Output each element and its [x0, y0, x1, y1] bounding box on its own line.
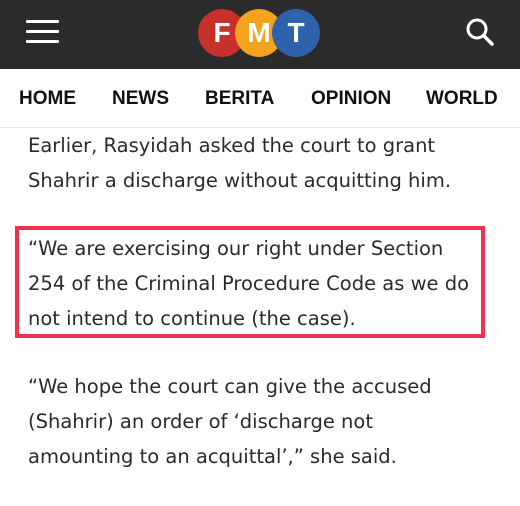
paragraph-1: Earlier, Rasyidah asked the court to gra…	[28, 128, 451, 198]
main-nav: HOME NEWS BERITA OPINION WORLD	[0, 69, 520, 128]
paragraph-3-line-1: “We hope the court can give the accused	[28, 375, 432, 398]
quote-paragraph: “We are exercising our right under Secti…	[28, 231, 469, 336]
paragraph-3-line-3: amounting to an acquittal’,” she said.	[28, 445, 397, 468]
search-icon[interactable]	[464, 16, 496, 48]
paragraph-1-line-1: Earlier, Rasyidah asked the court to gra…	[28, 134, 436, 157]
quote-line-3: not intend to continue (the case).	[28, 307, 356, 330]
quote-line-1: “We are exercising our right under Secti…	[28, 237, 444, 260]
nav-item-world[interactable]: WORLD	[426, 88, 498, 110]
fmt-logo[interactable]: F M T	[198, 9, 320, 57]
logo-letter-t: T	[272, 9, 320, 57]
nav-item-news[interactable]: NEWS	[112, 88, 169, 110]
paragraph-3-line-2: (Shahrir) an order of ‘discharge not	[28, 410, 373, 433]
quote-line-2: 254 of the Criminal Procedure Code as we…	[28, 272, 470, 295]
paragraph-1-line-2: Shahrir a discharge without acquitting h…	[28, 169, 452, 192]
nav-item-home[interactable]: HOME	[19, 88, 76, 110]
top-header-bar: F M T	[0, 0, 520, 69]
paragraph-3: “We hope the court can give the accused …	[28, 369, 432, 474]
nav-item-opinion[interactable]: OPINION	[311, 88, 391, 110]
nav-item-berita[interactable]: BERITA	[205, 88, 274, 110]
hamburger-menu-icon[interactable]	[26, 18, 59, 46]
